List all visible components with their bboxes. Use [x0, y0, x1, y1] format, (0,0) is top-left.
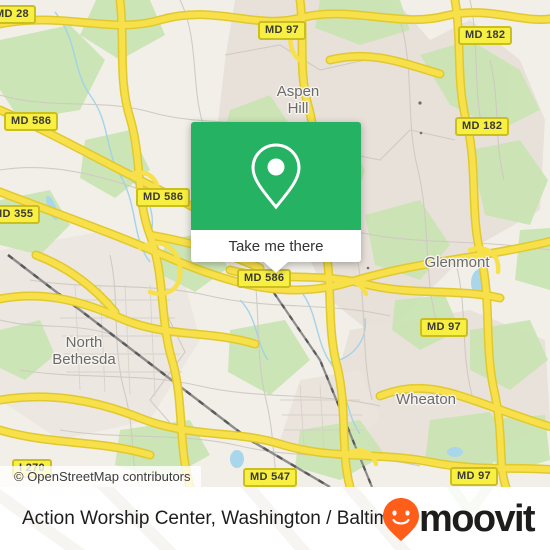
- take-me-there-label: Take me there: [228, 237, 324, 255]
- road-shield: MD 28: [0, 5, 36, 24]
- road-shield: MD 97: [420, 318, 468, 337]
- city-label-aspen-hill: Aspen Hill: [263, 83, 333, 117]
- station-popup-card[interactable]: Take me there: [191, 122, 361, 273]
- osm-attribution[interactable]: © OpenStreetMap contributors: [0, 466, 201, 487]
- road-shield: MD 586: [4, 112, 59, 131]
- road-shield: MD 355: [0, 205, 41, 224]
- popup-tail: [264, 262, 288, 273]
- city-label-line: Hill: [287, 100, 309, 117]
- place-title: Action Worship Center, Washington / Balt…: [22, 507, 417, 529]
- moovit-station-card: MD 28 MD 97 MD 182 MD 586 MD 182 MD 586 …: [0, 0, 550, 550]
- city-label-glenmont: Glenmont: [412, 255, 502, 271]
- road-shield: MD 97: [258, 21, 306, 40]
- city-label-line: Glenmont: [424, 254, 490, 271]
- city-label-line: Aspen: [276, 83, 320, 100]
- road-shield: MD 182: [455, 117, 510, 136]
- bottom-info-bar: Action Worship Center, Washington / Balt…: [0, 487, 550, 550]
- city-label-line: North: [65, 334, 103, 351]
- road-shield: MD 547: [243, 468, 298, 487]
- city-label-line: Wheaton: [395, 391, 457, 408]
- moovit-wordmark: moovit: [419, 497, 536, 540]
- road-shield: MD 586: [136, 188, 191, 207]
- moovit-smiley-pin-icon: [383, 497, 420, 541]
- city-label-north-bethesda: North Bethesda: [34, 334, 134, 368]
- take-me-there-button[interactable]: Take me there: [191, 230, 361, 262]
- popup-header: [191, 122, 361, 230]
- map-pin-icon: [251, 143, 301, 210]
- road-shield: MD 182: [458, 26, 513, 45]
- moovit-logo[interactable]: moovit: [381, 496, 536, 542]
- map-canvas[interactable]: MD 28 MD 97 MD 182 MD 586 MD 182 MD 586 …: [0, 0, 550, 487]
- city-label-line: Bethesda: [52, 351, 116, 368]
- city-label-wheaton: Wheaton: [385, 392, 467, 408]
- road-shield: MD 97: [450, 467, 498, 486]
